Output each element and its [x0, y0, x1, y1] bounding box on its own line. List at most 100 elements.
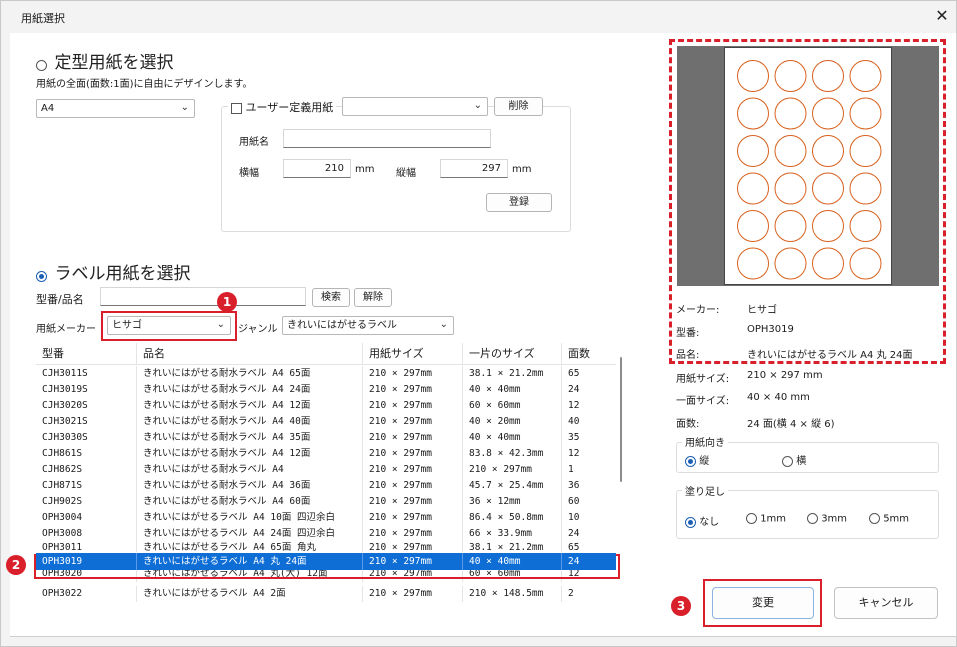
width-unit: mm: [355, 164, 375, 175]
cell-count: 2: [561, 586, 616, 602]
standard-paper-radio-row[interactable]: 定型用紙を選択: [36, 48, 174, 73]
table-scrollbar-thumb[interactable]: [620, 357, 622, 482]
cell-model: OPH3019: [42, 556, 83, 567]
cell-name: きれいにはがせるラベル A4 10面 四辺余白: [136, 510, 362, 526]
cell-piece-size: 45.7 × 25.4mm: [462, 478, 561, 494]
bleed-5mm-label: 5mm: [883, 513, 910, 525]
column-header-paper-size[interactable]: 用紙サイズ: [362, 343, 462, 364]
bleed-none-label: なし: [699, 517, 720, 528]
orientation-portrait-option[interactable]: 縦: [685, 452, 709, 467]
orientation-landscape-option[interactable]: 横: [782, 452, 806, 467]
cell-piece-size: 38.1 × 21.2mm: [462, 542, 561, 552]
bleed-option-3mm[interactable]: 3mm: [807, 513, 847, 525]
orientation-title: 用紙向き: [682, 434, 728, 449]
cell-model: OPH3011: [42, 542, 83, 552]
maker-highlight-frame: [101, 311, 237, 341]
table-row[interactable]: CJH861S きれいにはがせる耐水ラベル A4 12面 210 × 297mm 83…: [36, 446, 616, 462]
paper-size-value: A4: [41, 103, 55, 114]
chevron-down-icon: ⌄: [473, 100, 482, 111]
cell-name: きれいにはがせる耐水ラベル A4 35面: [136, 430, 362, 446]
column-header-name[interactable]: 品名: [136, 343, 362, 364]
bleed-3mm-radio[interactable]: [807, 513, 818, 524]
bleed-1mm-radio[interactable]: [746, 513, 757, 524]
bleed-5mm-radio[interactable]: [869, 513, 880, 524]
bleed-option-1mm[interactable]: 1mm: [746, 513, 786, 525]
cell-name: きれいにはがせる耐水ラベル A4 36面: [136, 478, 362, 494]
cell-piece-size: 40 × 40mm: [462, 553, 561, 570]
custom-paper-select[interactable]: ⌄: [342, 97, 488, 116]
search-input[interactable]: [100, 287, 306, 306]
cell-paper-size: 210 × 297mm: [362, 398, 462, 414]
info-piece-size-value: 40 × 40 mm: [747, 392, 810, 403]
table-row[interactable]: CJH3020S きれいにはがせる耐水ラベル A4 12面 210 × 297mm 6…: [36, 398, 616, 414]
info-count-value: 24 面(横 4 × 縦 6): [747, 419, 835, 430]
table-row[interactable]: CJH862S きれいにはがせる耐水ラベル A4 210 × 297mm 210 × …: [36, 462, 616, 478]
cell-name: きれいにはがせる耐水ラベル A4 24面: [136, 382, 362, 398]
table-row[interactable]: CJH871S きれいにはがせる耐水ラベル A4 36面 210 × 297mm 45…: [36, 478, 616, 494]
table-row-selected[interactable]: OPH3019 きれいにはがせるラベル A4 丸 24面 210 × 297mm 40…: [36, 553, 616, 570]
info-count-key: 面数:: [676, 419, 700, 430]
maker-label: 用紙メーカー: [36, 324, 96, 335]
close-icon[interactable]: ✕: [931, 5, 953, 27]
landscape-radio[interactable]: [782, 455, 793, 467]
cell-paper-size: 210 × 297mm: [362, 478, 462, 494]
genre-select[interactable]: きれいにはがせるラベル ⌄: [282, 316, 454, 335]
cell-paper-size: 210 × 297mm: [362, 430, 462, 446]
label-paper-radio[interactable]: [36, 270, 47, 282]
standard-paper-radio[interactable]: [36, 59, 47, 71]
cell-piece-size: 60 × 60mm: [462, 398, 561, 414]
table-row[interactable]: CJH902S きれいにはがせる耐水ラベル A4 60面 210 × 297mm 36…: [36, 494, 616, 510]
cell-paper-size: 210 × 297mm: [362, 494, 462, 510]
table-row[interactable]: OPH3022 きれいにはがせるラベル A4 2面 210 × 297mm 210 ×…: [36, 586, 616, 602]
custom-paper-checkbox[interactable]: [231, 102, 242, 114]
height-label: 縦幅: [396, 168, 416, 179]
table-row[interactable]: CJH3019S きれいにはがせる耐水ラベル A4 24面 210 × 297mm 4…: [36, 382, 616, 398]
column-header-piece-size[interactable]: 一片のサイズ: [462, 343, 561, 364]
width-input[interactable]: 210: [283, 159, 351, 178]
paper-size-select[interactable]: A4 ⌄: [36, 99, 195, 118]
table-row[interactable]: OPH3008 きれいにはがせるラベル A4 24面 四辺余白 210 × 297m…: [36, 526, 616, 542]
bleed-none-radio[interactable]: [685, 516, 696, 528]
label-paper-table[interactable]: 型番 品名 用紙サイズ 一片のサイズ 面数 CJH3011S きれいにはがせる耐水…: [36, 343, 616, 607]
cell-model: CJH871S: [42, 480, 83, 491]
cell-piece-size: 40 × 20mm: [462, 414, 561, 430]
delete-button[interactable]: 削除: [494, 97, 543, 116]
bleed-title: 塗り足し: [682, 483, 728, 498]
preview-highlight-frame: [669, 39, 946, 364]
search-label: 型番/品名: [36, 293, 84, 306]
bleed-3mm-label: 3mm: [821, 513, 848, 525]
width-label: 横幅: [239, 168, 259, 179]
cell-piece-size: 210 × 148.5mm: [462, 586, 561, 602]
table-row[interactable]: OPH3004 きれいにはがせるラベル A4 10面 四辺余白 210 × 297m…: [36, 510, 616, 526]
table-row[interactable]: CJH3021S きれいにはがせる耐水ラベル A4 40面 210 × 297mm 4…: [36, 414, 616, 430]
bleed-option-none[interactable]: なし: [685, 513, 719, 528]
portrait-radio[interactable]: [685, 455, 696, 467]
cell-count: 10: [561, 510, 616, 526]
cell-name: きれいにはがせるラベル A4 丸 24面: [136, 553, 362, 570]
cell-paper-size: 210 × 297mm: [362, 382, 462, 398]
label-paper-radio-row[interactable]: ラベル用紙を選択: [36, 259, 191, 284]
cancel-button[interactable]: キャンセル: [834, 587, 938, 619]
cell-paper-size: 210 × 297mm: [362, 526, 462, 542]
bleed-option-5mm[interactable]: 5mm: [869, 513, 909, 525]
bleed-1mm-label: 1mm: [760, 513, 787, 525]
cell-count: 12: [561, 398, 616, 414]
cell-paper-size: 210 × 297mm: [362, 510, 462, 526]
search-button[interactable]: 検索: [312, 288, 350, 307]
callout-badge-3: 3: [671, 596, 691, 616]
custom-paper-checkbox-row[interactable]: ユーザー定義用紙: [228, 99, 337, 115]
cell-piece-size: 40 × 40mm: [462, 382, 561, 398]
cell-model: CJH862S: [42, 464, 83, 475]
table-row[interactable]: CJH3030S きれいにはがせる耐水ラベル A4 35面 210 × 297mm 4…: [36, 430, 616, 446]
cell-name: きれいにはがせるラベル A4 2面: [136, 586, 362, 602]
column-header-count[interactable]: 面数: [561, 343, 616, 364]
table-row[interactable]: OPH3011 きれいにはがせるラベル A4 65面 角丸 210 × 297mm 3…: [36, 542, 616, 552]
clear-button[interactable]: 解除: [354, 288, 392, 307]
register-button[interactable]: 登録: [486, 193, 552, 212]
cell-piece-size: 66 × 33.9mm: [462, 526, 561, 542]
table-row[interactable]: CJH3011S きれいにはがせる耐水ラベル A4 65面 210 × 297mm 3…: [36, 366, 616, 382]
height-input[interactable]: 297: [440, 159, 508, 178]
column-header-model[interactable]: 型番: [36, 343, 136, 364]
paper-name-input[interactable]: [283, 129, 491, 148]
cell-piece-size: 210 × 297mm: [462, 462, 561, 478]
